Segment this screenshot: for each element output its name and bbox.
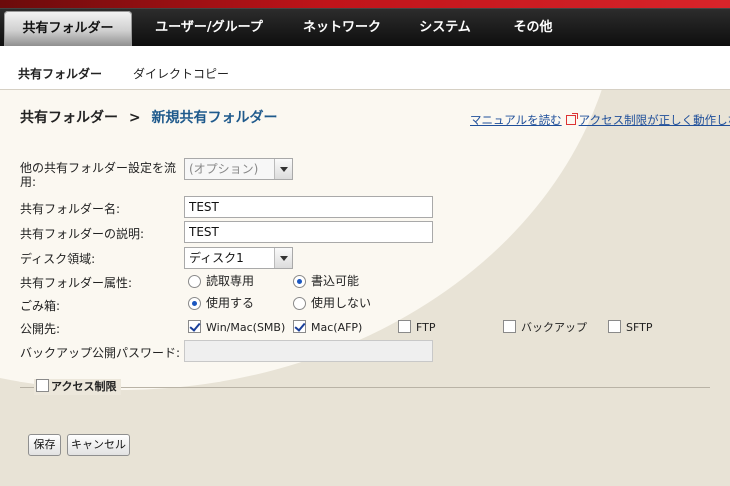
main-content: 共有フォルダー > 新規共有フォルダー マニュアルを読む アクセス制限が正しく動作… xyxy=(0,90,730,486)
copy-settings-select[interactable]: (オプション) xyxy=(184,158,293,180)
main-nav: 共有フォルダー ユーザー/グループ ネットワーク システム その他 xyxy=(0,8,730,59)
subnav-shared-folder[interactable]: 共有フォルダー xyxy=(18,46,102,90)
publish-afp-checkbox[interactable] xyxy=(293,320,306,333)
access-issue-link[interactable]: アクセス制限が正しく動作しな xyxy=(579,113,730,127)
copy-settings-value: (オプション) xyxy=(189,162,259,176)
access-restriction-legend: アクセス制限 xyxy=(34,379,122,395)
access-restriction-checkbox[interactable] xyxy=(36,379,49,392)
trash-use-label: 使用する xyxy=(206,296,255,310)
breadcrumb-separator: > xyxy=(128,110,141,126)
attribute-writable-radio[interactable] xyxy=(293,275,306,288)
folder-attribute-label: 共有フォルダー属性: xyxy=(20,276,133,290)
subnav-direct-copy[interactable]: ダイレクトコピー xyxy=(133,46,229,90)
external-link-icon xyxy=(565,113,578,125)
trash-label: ごみ箱: xyxy=(20,299,61,313)
folder-name-input[interactable] xyxy=(184,196,433,218)
publish-label: 公開先: xyxy=(20,322,61,336)
publish-ftp-label: FTP xyxy=(416,321,436,334)
disk-area-label: ディスク領域: xyxy=(20,252,96,266)
attribute-writable-label: 書込可能 xyxy=(311,274,360,288)
copy-settings-label: 他の共有フォルダー設定を流用: xyxy=(20,161,177,189)
attribute-readonly-radio[interactable] xyxy=(188,275,201,288)
save-button[interactable]: 保存 xyxy=(28,434,61,456)
breadcrumb-current: 新規共有フォルダー xyxy=(151,110,278,126)
folder-name-label: 共有フォルダー名: xyxy=(20,202,121,216)
sub-nav: 共有フォルダー ダイレクトコピー xyxy=(0,46,730,90)
attribute-readonly-label: 読取専用 xyxy=(206,274,255,288)
manual-link[interactable]: マニュアルを読む xyxy=(470,113,562,127)
chevron-down-icon[interactable] xyxy=(274,248,292,268)
cancel-button[interactable]: キャンセル xyxy=(67,434,130,456)
nav-tab-system[interactable]: システム xyxy=(400,9,490,47)
publish-sftp-label: SFTP xyxy=(626,321,653,334)
backup-password-input[interactable] xyxy=(184,340,433,362)
folder-description-input[interactable] xyxy=(184,221,433,243)
disk-area-value: ディスク1 xyxy=(189,251,244,265)
breadcrumb: 共有フォルダー > 新規共有フォルダー xyxy=(20,107,277,127)
help-links: マニュアルを読む アクセス制限が正しく動作しな xyxy=(470,112,730,128)
trash-nouse-radio[interactable] xyxy=(293,297,306,310)
publish-smb-checkbox[interactable] xyxy=(188,320,201,333)
chevron-down-icon[interactable] xyxy=(274,159,292,179)
publish-afp-label: Mac(AFP) xyxy=(311,321,363,334)
backup-password-label: バックアップ公開パスワード: xyxy=(20,346,181,360)
nav-tab-users-groups[interactable]: ユーザー/グループ xyxy=(140,9,278,47)
nav-tab-shared-folder[interactable]: 共有フォルダー xyxy=(4,11,132,59)
trash-use-radio[interactable] xyxy=(188,297,201,310)
breadcrumb-parent: 共有フォルダー xyxy=(20,110,118,126)
disk-area-select[interactable]: ディスク1 xyxy=(184,247,293,269)
trash-nouse-label: 使用しない xyxy=(311,296,372,310)
publish-sftp-checkbox[interactable] xyxy=(608,320,621,333)
nav-tab-other[interactable]: その他 xyxy=(494,9,572,47)
top-brand-band xyxy=(0,0,730,8)
folder-description-label: 共有フォルダーの説明: xyxy=(20,227,145,241)
publish-backup-label: バックアップ xyxy=(521,321,587,334)
access-restriction-divider xyxy=(20,387,710,388)
nav-tab-network[interactable]: ネットワーク xyxy=(290,9,394,47)
publish-backup-checkbox[interactable] xyxy=(503,320,516,333)
access-restriction-label: アクセス制限 xyxy=(51,380,117,393)
publish-smb-label: Win/Mac(SMB) xyxy=(206,321,286,334)
publish-ftp-checkbox[interactable] xyxy=(398,320,411,333)
